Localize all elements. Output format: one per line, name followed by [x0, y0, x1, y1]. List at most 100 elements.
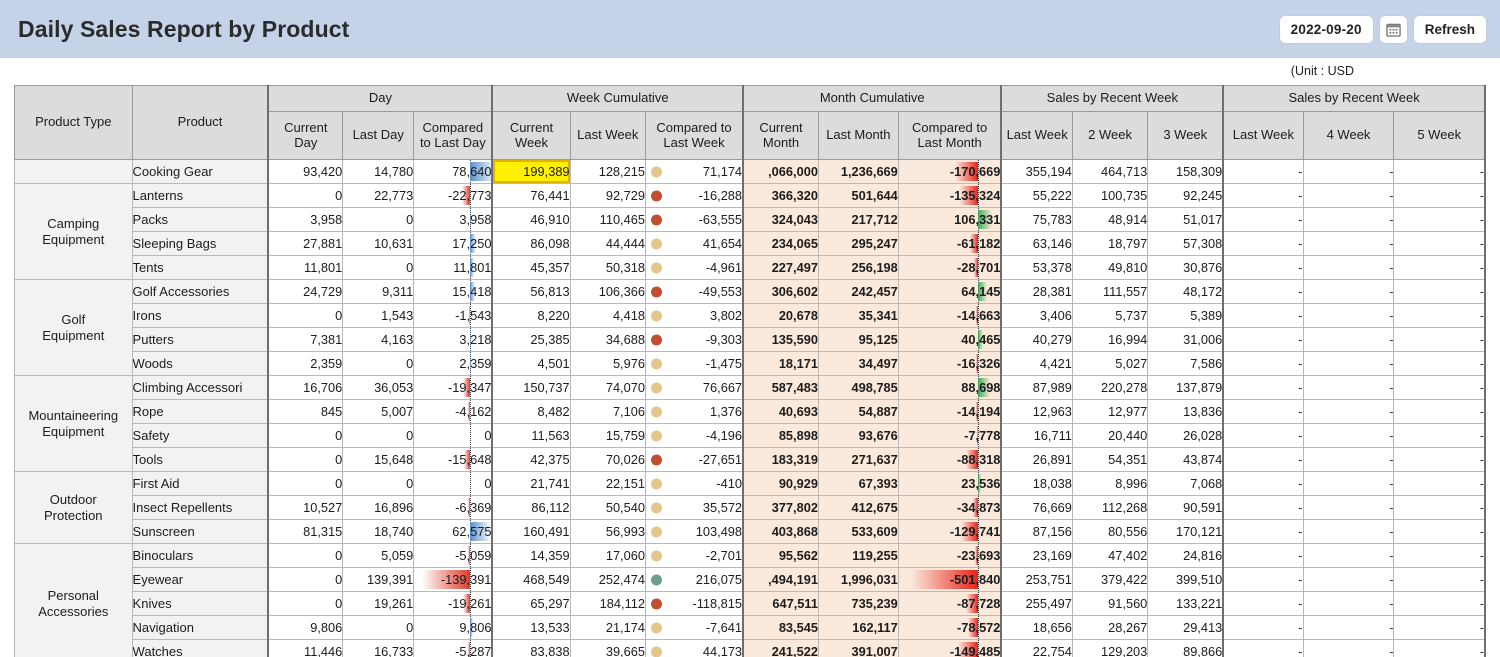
recent-week-4-cell: -	[1302, 423, 1395, 448]
recent-week-5-cell: -	[1393, 231, 1487, 256]
last-week-cell: 50,540	[569, 495, 646, 520]
last-day-cell: 16,733	[342, 639, 415, 657]
calendar-icon[interactable]	[1379, 15, 1407, 43]
last-month-cell: 391,007	[817, 639, 899, 657]
recent-week-3-cell: 51,017	[1147, 207, 1225, 232]
recent-week-2-cell: 112,268	[1071, 495, 1149, 520]
recent-week-2-cell: 379,422	[1071, 567, 1149, 592]
current-week-cell: 13,533	[491, 615, 571, 640]
product-name-cell: Lanterns	[131, 183, 269, 208]
recent-week-3-cell: 92,245	[1147, 183, 1225, 208]
current-day-cell: 845	[267, 399, 344, 424]
column-header: 2 Week	[1071, 111, 1149, 160]
compared-to-last-week-cell: -9,303	[644, 327, 745, 352]
last-week-cell: 21,174	[569, 615, 646, 640]
compared-to-last-day-cell: -5,059	[413, 543, 494, 568]
recent-week-3-cell: 26,028	[1147, 423, 1225, 448]
current-week-cell: 46,910	[491, 207, 571, 232]
product-type-cell: Outdoor Protection	[14, 471, 133, 544]
last-day-cell: 4,163	[342, 327, 415, 352]
recent-week-last-cell: -	[1222, 207, 1304, 232]
recent-week-last-cell: -	[1222, 279, 1304, 304]
recent-week-last-cell: -	[1222, 231, 1304, 256]
recent-week-4-cell: -	[1302, 591, 1395, 616]
recent-week-2-cell: 18,797	[1071, 231, 1149, 256]
last-month-cell: 1,996,031	[817, 567, 899, 592]
last-month-cell: 242,457	[817, 279, 899, 304]
table-row: Navigation 9,806 0 9,806 13,533 21,174 -7,641 8…	[15, 615, 1487, 640]
column-header: 5 Week	[1393, 111, 1487, 160]
last-week-cell: 110,465	[569, 207, 646, 232]
recent-week-last-cell: -	[1222, 471, 1304, 496]
recent-week-1-cell: 4,421	[1000, 351, 1073, 376]
product-type-cell: Mountaineering Equipment	[14, 375, 133, 472]
group-header: Week Cumulative	[491, 85, 745, 112]
column-header: Compared to Last Day	[413, 111, 494, 160]
product-type-cell: Camping Equipment	[14, 183, 133, 280]
compared-to-last-week-cell: -63,555	[644, 207, 745, 232]
compared-to-last-day-cell: 0	[413, 423, 494, 448]
recent-week-3-cell: 137,879	[1147, 375, 1225, 400]
current-week-cell: 150,737	[491, 375, 571, 400]
compared-to-last-month-cell: -14,194	[897, 399, 1003, 424]
compared-to-last-day-cell: -4,162	[413, 399, 494, 424]
last-month-cell: 271,637	[817, 447, 899, 472]
compared-to-last-day-cell: 0	[413, 471, 494, 496]
compared-to-last-week-cell: -16,288	[644, 183, 745, 208]
recent-week-last-cell: -	[1222, 495, 1304, 520]
table-body: Cooking Gear 93,420 14,780 78,640 199,389 128…	[14, 159, 1487, 657]
recent-week-1-cell: 18,656	[1000, 615, 1073, 640]
group-header: Product Type	[14, 85, 133, 160]
current-day-cell: 0	[267, 183, 344, 208]
kpi-dot-icon	[650, 550, 662, 561]
recent-week-2-cell: 54,351	[1071, 447, 1149, 472]
recent-week-last-cell: -	[1222, 519, 1304, 544]
current-month-cell: 587,483	[742, 375, 819, 400]
compared-to-last-day-cell: -19,261	[413, 591, 494, 616]
kpi-dot-icon	[650, 502, 662, 513]
recent-week-1-cell: 255,497	[1000, 591, 1073, 616]
date-display[interactable]: 2022-09-20	[1279, 15, 1373, 43]
current-week-cell: 42,375	[491, 447, 571, 472]
compared-to-last-week-cell: -4,961	[644, 255, 745, 280]
current-week-cell: 65,297	[491, 591, 571, 616]
recent-week-2-cell: 8,996	[1071, 471, 1149, 496]
column-header: Current Day	[267, 111, 344, 160]
compared-to-last-month-cell: -28,701	[897, 255, 1003, 280]
current-month-cell: 234,065	[742, 231, 819, 256]
product-type-cell	[14, 159, 133, 184]
last-day-cell: 5,059	[342, 543, 415, 568]
recent-week-2-cell: 91,560	[1071, 591, 1149, 616]
recent-week-3-cell: 43,874	[1147, 447, 1225, 472]
compared-to-last-day-cell: 62,575	[413, 519, 494, 544]
product-name-cell: Rope	[131, 399, 269, 424]
compared-to-last-month-cell: 106,331	[897, 207, 1003, 232]
refresh-button[interactable]: Refresh	[1413, 15, 1486, 43]
kpi-dot-icon	[650, 358, 662, 369]
kpi-dot-icon	[650, 286, 662, 297]
recent-week-5-cell: -	[1393, 447, 1487, 472]
column-header: Compared to Last Month	[897, 111, 1003, 160]
last-month-cell: 295,247	[817, 231, 899, 256]
current-week-cell: 45,357	[491, 255, 571, 280]
last-month-cell: 217,712	[817, 207, 899, 232]
recent-week-3-cell: 7,586	[1147, 351, 1225, 376]
last-day-cell: 0	[342, 207, 415, 232]
last-week-cell: 184,112	[569, 591, 646, 616]
compared-to-last-month-cell: -7,778	[897, 423, 1003, 448]
compared-to-last-week-cell: 71,174	[644, 159, 745, 184]
product-name-cell: Sleeping Bags	[131, 231, 269, 256]
compared-to-last-week-cell: 41,654	[644, 231, 745, 256]
recent-week-5-cell: -	[1393, 495, 1487, 520]
current-month-cell: 20,678	[742, 303, 819, 328]
daily-sales-table: Product Type Product Day Week Cumulative Mon…	[14, 85, 1487, 657]
current-week-cell: 56,813	[491, 279, 571, 304]
compared-to-last-week-cell: -2,701	[644, 543, 745, 568]
table-row: Irons 0 1,543 -1,543 8,220 4,418 3,802 20,678 35…	[15, 303, 1487, 328]
recent-week-2-cell: 111,557	[1071, 279, 1149, 304]
last-day-cell: 19,261	[342, 591, 415, 616]
column-header: Current Week	[491, 111, 571, 160]
product-type-cell: Golf Equipment	[14, 279, 133, 376]
current-day-cell: 2,359	[267, 351, 344, 376]
recent-week-3-cell: 5,389	[1147, 303, 1225, 328]
